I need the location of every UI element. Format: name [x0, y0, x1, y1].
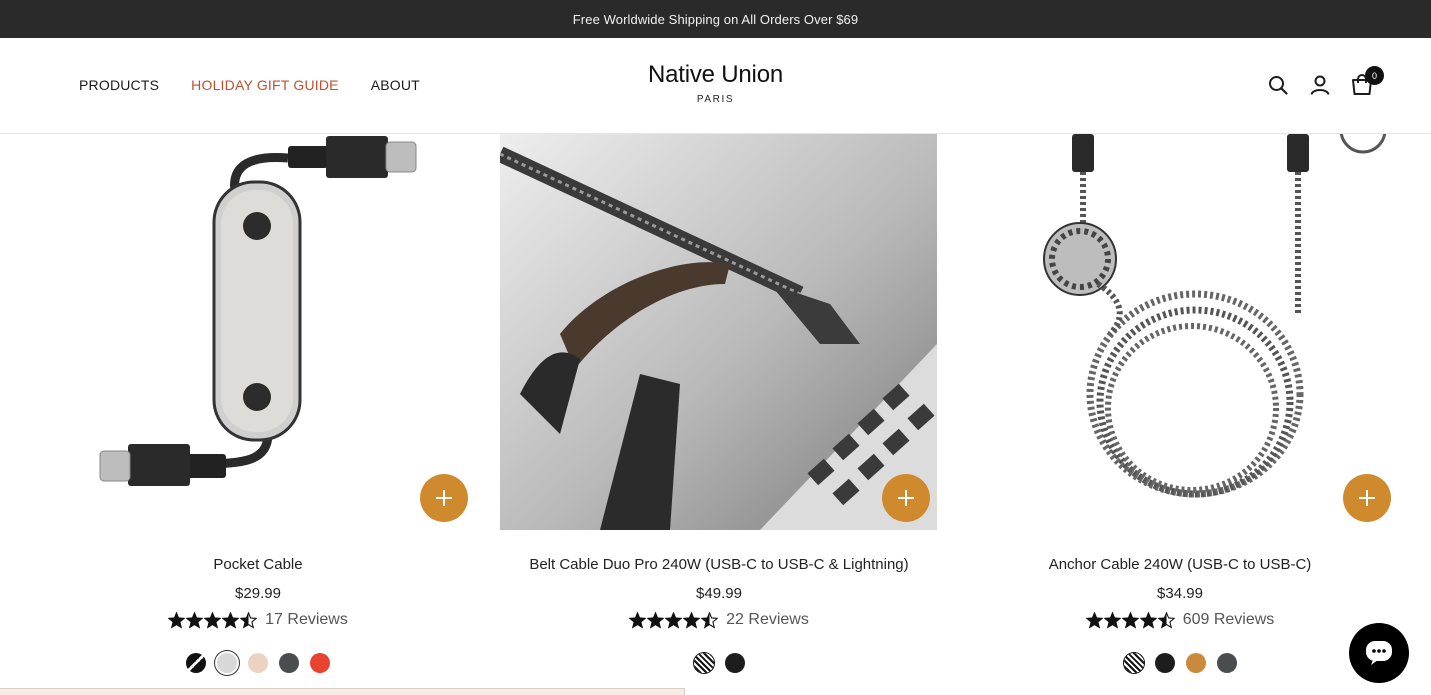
color-swatch[interactable]: [724, 653, 745, 673]
star-icon: [222, 611, 240, 629]
product-price: $49.99: [696, 585, 742, 602]
cookie-banner-edge: [0, 688, 685, 695]
plus-icon: [436, 490, 452, 506]
product-rating[interactable]: 17 Reviews: [28, 611, 488, 629]
chat-widget-button[interactable]: [1349, 623, 1409, 683]
star-icon: [1157, 611, 1175, 629]
star-icon: [701, 611, 719, 629]
star-rating-icon: [1085, 611, 1175, 629]
product-title[interactable]: Belt Cable Duo Pro 240W (USB-C to USB-C …: [489, 556, 949, 573]
brand-name: Native Union: [647, 61, 783, 88]
product-price: $29.99: [235, 585, 281, 602]
product-image-anchor-cable[interactable]: [960, 134, 1400, 530]
color-swatch[interactable]: [1123, 653, 1144, 673]
star-icon: [1139, 611, 1157, 629]
star-icon: [683, 611, 701, 629]
product-price: $34.99: [1157, 585, 1203, 602]
star-rating-icon: [629, 611, 719, 629]
star-icon: [186, 611, 204, 629]
plus-icon: [1359, 490, 1375, 506]
cart-count-badge: 0: [1365, 66, 1384, 85]
add-to-cart-button[interactable]: [882, 474, 930, 522]
color-swatch[interactable]: [217, 653, 237, 673]
cart-icon[interactable]: 0: [1351, 66, 1384, 96]
review-count: 17 Reviews: [265, 611, 348, 628]
brand-city: PARIS: [696, 94, 735, 105]
color-swatches: [28, 653, 488, 673]
star-icon: [665, 611, 683, 629]
star-icon: [1121, 611, 1139, 629]
color-swatch[interactable]: [1216, 653, 1237, 673]
star-rating-icon: [168, 611, 258, 629]
announcement-bar: Free Worldwide Shipping on All Orders Ov…: [0, 0, 1431, 38]
chat-bubble-icon: [1366, 641, 1392, 665]
product-image-belt-cable[interactable]: [500, 134, 937, 530]
star-icon: [168, 611, 186, 629]
color-swatch[interactable]: [1185, 653, 1206, 673]
color-swatch[interactable]: [1154, 653, 1175, 673]
product-rating[interactable]: 22 Reviews: [489, 611, 949, 629]
brand-logo[interactable]: Native Union PARIS: [0, 61, 1431, 105]
color-swatch[interactable]: [186, 653, 206, 673]
header-icons: 0: [1267, 66, 1384, 96]
star-icon: [204, 611, 222, 629]
color-swatch[interactable]: [693, 653, 714, 673]
product-rating[interactable]: 609 Reviews: [950, 611, 1410, 629]
product-image-pocket-cable[interactable]: [38, 134, 478, 530]
product-title[interactable]: Anchor Cable 240W (USB-C to USB-C): [950, 556, 1410, 573]
color-swatch[interactable]: [248, 653, 268, 673]
review-count: 22 Reviews: [726, 611, 809, 628]
star-icon: [647, 611, 665, 629]
account-icon[interactable]: [1309, 74, 1331, 96]
star-icon: [629, 611, 647, 629]
announcement-text: Free Worldwide Shipping on All Orders Ov…: [572, 11, 859, 27]
search-icon[interactable]: [1267, 74, 1289, 96]
review-count: 609 Reviews: [1182, 611, 1275, 628]
color-swatches: [489, 653, 949, 673]
site-header: PRODUCTS HOLIDAY GIFT GUIDE ABOUT Native…: [0, 38, 1431, 134]
add-to-cart-button[interactable]: [1343, 474, 1391, 522]
star-icon: [1103, 611, 1121, 629]
color-swatches: [950, 653, 1410, 673]
add-to-cart-button[interactable]: [420, 474, 468, 522]
plus-icon: [898, 490, 914, 506]
color-swatch[interactable]: [310, 653, 330, 673]
color-swatch[interactable]: [279, 653, 299, 673]
star-icon: [240, 611, 258, 629]
star-icon: [1085, 611, 1103, 629]
product-title[interactable]: Pocket Cable: [28, 556, 488, 573]
